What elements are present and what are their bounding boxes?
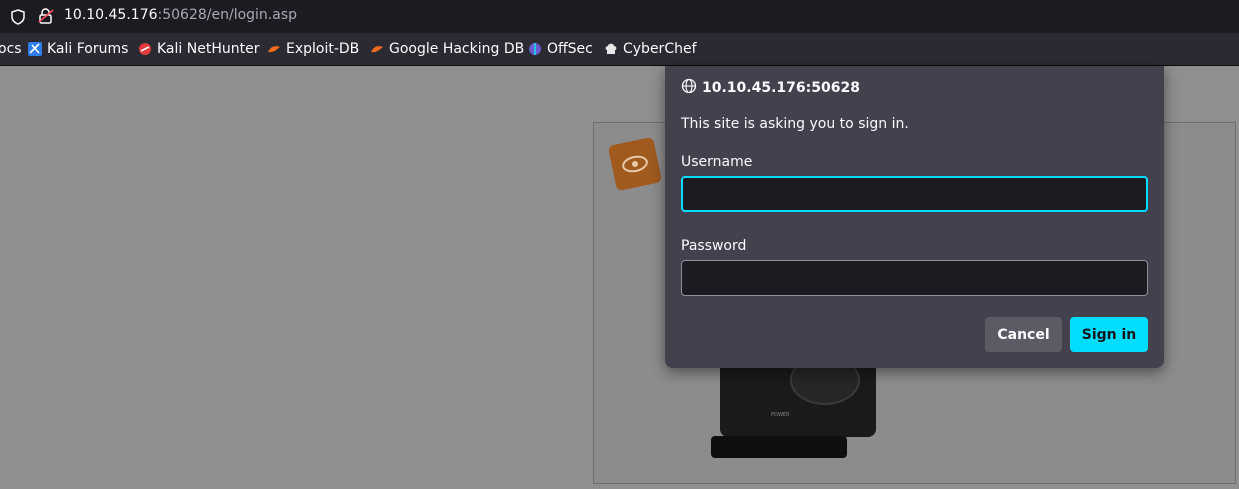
password-label: Password [681, 238, 747, 254]
camera-stand-image [711, 436, 847, 458]
offsec-icon [528, 42, 542, 56]
bookmarks-toolbar: ocs Kali Forums Kali NetHunter Exploit-D… [0, 33, 1239, 66]
bookmark-label: ocs [0, 41, 22, 57]
kali-nethunter-icon [138, 42, 152, 56]
vendor-logo-icon [607, 136, 663, 192]
ghdb-icon [370, 42, 384, 56]
url-path: :50628/en/login.asp [157, 7, 298, 23]
bookmark-label: Kali Forums [47, 41, 129, 57]
username-label: Username [681, 154, 753, 170]
bookmark-label: Google Hacking DB [389, 41, 525, 57]
bookmark-label: OffSec [547, 41, 593, 57]
shield-icon[interactable] [10, 9, 26, 29]
url-bar[interactable]: 10.10.45.176:50628/en/login.asp [0, 0, 1239, 33]
camera-device-image [720, 355, 876, 437]
bookmark-label: Kali NetHunter [157, 41, 260, 57]
bookmark-google-hacking-db[interactable]: Google Hacking DB [370, 41, 524, 57]
cancel-button[interactable]: Cancel [985, 317, 1062, 352]
password-input[interactable] [681, 260, 1148, 296]
dialog-host: 10.10.45.176:50628 [681, 78, 860, 98]
url-host: 10.10.45.176 [64, 7, 158, 23]
bookmark-kali-forums[interactable]: Kali Forums [28, 41, 128, 57]
bookmark-label: Exploit-DB [286, 41, 360, 57]
exploit-db-icon [267, 42, 281, 56]
globe-icon [681, 78, 702, 98]
insecure-lock-icon[interactable] [37, 7, 55, 29]
dialog-message: This site is asking you to sign in. [681, 116, 909, 132]
cyberchef-icon [604, 42, 618, 56]
bookmark-cyberchef[interactable]: CyberChef [604, 41, 697, 57]
kali-forums-icon [28, 42, 42, 56]
url-text[interactable]: 10.10.45.176:50628/en/login.asp [64, 7, 297, 23]
bookmark-docs[interactable]: ocs [0, 41, 22, 57]
auth-dialog: 10.10.45.176:50628 This site is asking y… [665, 66, 1164, 368]
bookmark-exploit-db[interactable]: Exploit-DB [267, 41, 359, 57]
bookmark-offsec[interactable]: OffSec [528, 41, 593, 57]
sign-in-button[interactable]: Sign in [1070, 317, 1148, 352]
bookmark-kali-nethunter[interactable]: Kali NetHunter [138, 41, 259, 57]
dialog-host-text: 10.10.45.176:50628 [702, 80, 860, 96]
username-input[interactable] [681, 176, 1148, 212]
camera-power-label: POWER [771, 412, 790, 418]
bookmark-label: CyberChef [623, 41, 697, 57]
